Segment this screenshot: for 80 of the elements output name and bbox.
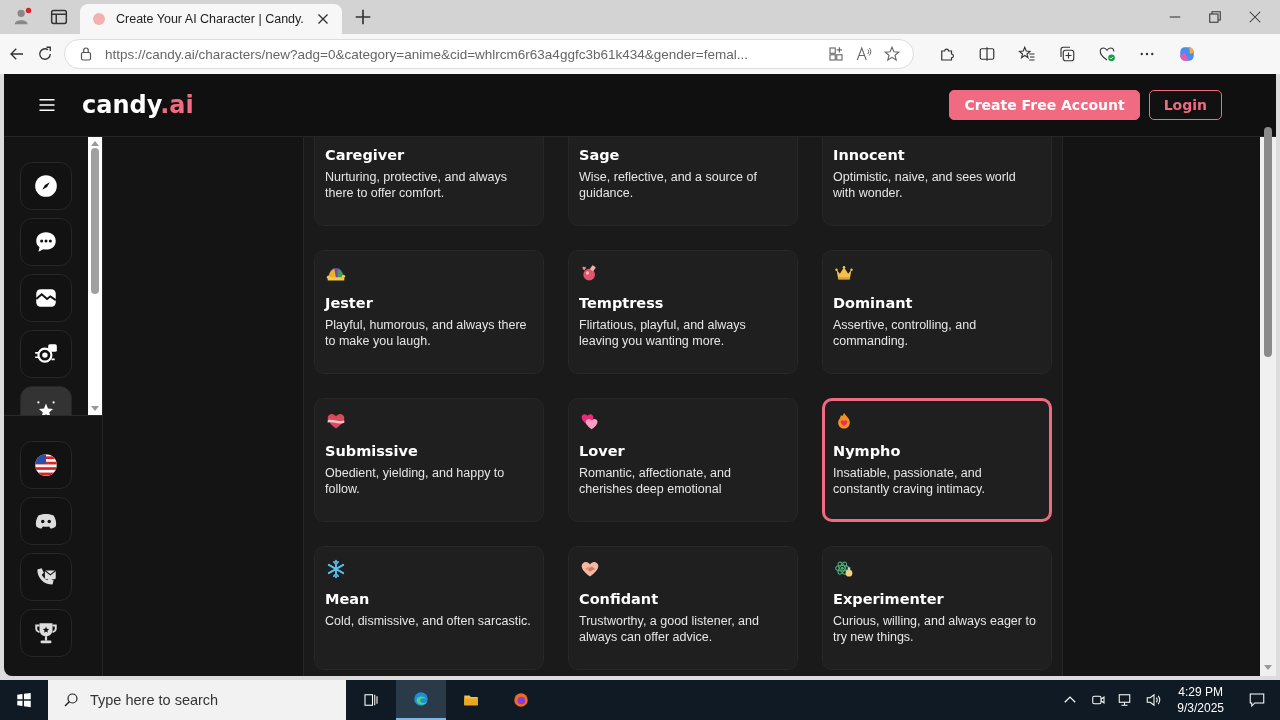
card-title: Nympho [833,442,902,461]
card-title: Innocent [833,146,906,165]
heart-ribbon-icon [325,411,347,431]
card-description: Flirtatious, playful, and always leaving you wanting more. [579,317,747,349]
card-description: Assertive, controlling, and commanding. [833,317,978,349]
clock-date: 9/3/2025 [1177,700,1224,716]
card-title: Lover [579,442,626,461]
snowflake-icon [325,559,347,579]
personality-card[interactable]: Submissive Obedient, yielding, and happy to follow. [314,398,544,522]
favorite-star-icon[interactable] [883,45,901,63]
personality-card[interactable]: Experimenter Curious, willing, and always eager to try new things. [822,546,1052,670]
card-title: Dominant [833,294,914,313]
card-description: Insatiable, passionate, and constantly craving intimacy. [833,465,986,497]
card-title: Submissive [325,442,419,461]
card-description: Cold, dismissive, and often sarcastic. [325,613,532,629]
favorites-icon[interactable] [1018,45,1036,63]
card-description: Curious, willing, and always eager to try new things. [833,613,1037,645]
personality-card[interactable]: Confidant Trustworthy, a good listener, and always can offer advice. [568,546,798,670]
read-aloud-icon[interactable] [855,45,873,63]
clock-time: 4:29 PM [1178,684,1223,700]
personality-card[interactable]: Caregiver Nurturing, protective, and always there to offer comfort. [314,137,544,226]
sidebar-item[interactable] [20,609,72,657]
sidebar-item[interactable] [20,330,72,378]
scrollbar-thumb[interactable] [91,148,99,294]
personality-card[interactable]: Temptress Flirtatious, playful, and always leaving you wanting more. [568,250,798,374]
restore-icon[interactable] [1206,8,1224,26]
extensions-icon[interactable] [938,45,956,63]
task-view-icon[interactable] [362,691,380,709]
app-grid-icon[interactable] [827,45,845,63]
search-placeholder: Type here to search [90,692,219,708]
sidebar-item[interactable] [20,441,72,489]
card-description: Wise, reflective, and a source of guidance. [579,169,758,201]
scrollbar-thumb[interactable] [1264,126,1272,357]
card-title: Confidant [579,590,660,609]
notifications-icon[interactable] [1248,691,1266,709]
card-description: Obedient, yielding, and happy to follow. [325,465,506,497]
personality-card[interactable]: Jester Playful, humorous, and always there to make you laugh. [314,250,544,374]
card-title: Temptress [579,294,665,313]
card-title: Jester [325,294,374,313]
card-title: Experimenter [833,590,945,609]
personality-card[interactable]: Innocent Optimistic, naive, and sees world with wonder. [822,137,1052,226]
address-bar[interactable]: https://candy.ai/characters/new?adg=0&category=anime&cid=whlrcm6r63a4ggfc3b61k434&gender=femal... [64,39,914,69]
browser-tab[interactable]: Create Your AI Character | Candy. [80,4,342,34]
collections-icon[interactable] [1058,45,1076,63]
health-icon[interactable] [1098,45,1116,63]
card-title: Caregiver [325,146,406,165]
atom-icon [833,559,855,579]
card-title: Mean [325,590,371,609]
sidebar-item[interactable] [20,218,72,266]
site-favicon-icon [90,10,108,28]
handshake-heart-icon [579,559,601,579]
personality-card[interactable]: Lover Romantic, affectionate, and cherishes deep emotional [568,398,798,522]
sidebar-item[interactable] [20,553,72,601]
sidebar-item[interactable] [20,162,72,210]
sidebar-item[interactable] [20,274,72,322]
url-text: https://candy.ai/characters/new?adg=0&category=anime&cid=whlrcm6r63a4ggfc3b61k434&gender=femal... [105,46,749,62]
trophy-icon [33,620,59,646]
personality-card[interactable]: Dominant Assertive, controlling, and commanding. [822,250,1052,374]
card-description: Playful, humorous, and always there to make you laugh. [325,317,528,349]
card-title: Sage [579,146,621,165]
logo[interactable]: candy.ai [82,91,194,119]
login-button[interactable]: Login [1148,90,1222,120]
card-description: Trustworthy, a good listener, and always can offer advice. [579,613,760,645]
refresh-icon[interactable] [36,45,54,63]
card-description: Nurturing, protective, and always there to offer comfort. [325,169,509,201]
search-icon[interactable] [62,691,80,709]
windows-start-icon[interactable] [15,691,33,709]
crown-icon [833,263,855,283]
tab-title: Create Your AI Character | Candy. [116,12,305,26]
personality-card[interactable]: Nympho Insatiable, passionate, and constantly craving intimacy. [822,398,1052,522]
compass-icon [33,173,59,199]
card-description: Romantic, affectionate, and cherishes deep emotional [579,465,732,497]
sidebar-item[interactable] [20,497,72,545]
taskbar-search-field[interactable]: Type here to search [48,680,346,720]
card-description: Optimistic, naive, and sees world with wonder. [833,169,1017,201]
split-screen-icon[interactable] [978,45,996,63]
personality-card[interactable]: Sage Wise, reflective, and a source of guidance. [568,137,798,226]
personality-card[interactable]: Mean Cold, dismissive, and often sarcastic. [314,546,544,670]
chat-bubble-icon [33,229,59,255]
menu-icon[interactable] [38,96,56,114]
